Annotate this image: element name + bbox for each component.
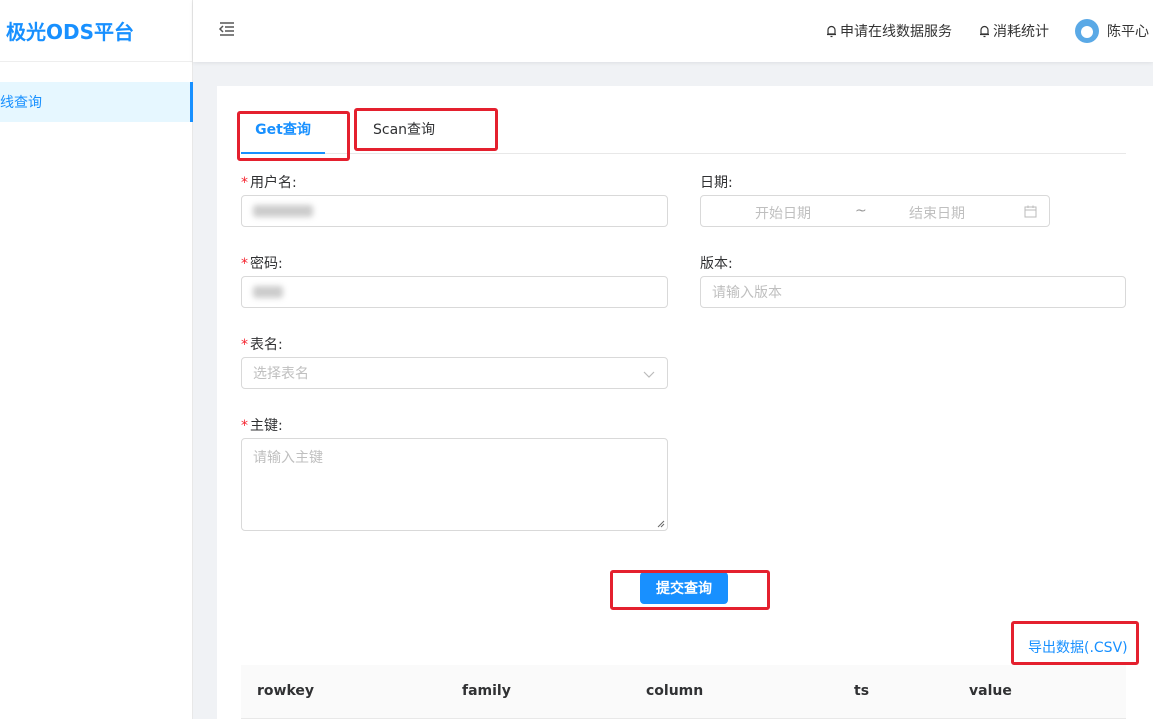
rowkey-label: * 主键:	[241, 418, 283, 434]
top-header: 申请在线数据服务 消耗统计 陈平心	[193, 0, 1153, 62]
rowkey-textarea[interactable]: 请输入主键	[241, 438, 668, 531]
sidebar-item-online-query[interactable]: 线查询	[0, 82, 193, 122]
user-name: 陈平心	[1107, 24, 1149, 40]
table-select-placeholder: 选择表名	[253, 366, 309, 382]
avatar	[1075, 19, 1099, 43]
version-label: 版本:	[700, 256, 733, 272]
apply-online-data-service-link[interactable]: 申请在线数据服务	[825, 21, 952, 41]
resize-handle-icon[interactable]	[657, 520, 665, 528]
column-header-rowkey[interactable]: rowkey	[257, 683, 314, 699]
column-header-value[interactable]: value	[969, 683, 1012, 699]
export-csv-link[interactable]: 导出数据(.CSV)	[1028, 637, 1128, 657]
date-range-picker[interactable]: 开始日期 ~ 结束日期	[700, 195, 1050, 227]
rowkey-placeholder: 请输入主键	[253, 450, 323, 466]
tab-scan-label: Scan查询	[373, 122, 436, 138]
redacted-value	[253, 286, 283, 298]
version-field[interactable]: 请输入版本	[700, 276, 1126, 308]
date-label: 日期:	[700, 175, 733, 191]
version-placeholder: 请输入版本	[712, 285, 782, 301]
submit-query-button[interactable]: 提交查询	[640, 572, 728, 604]
app-logo: 极光ODS平台	[0, 0, 192, 62]
date-separator: ~	[855, 203, 867, 219]
chevron-down-icon	[643, 371, 655, 378]
user-menu[interactable]: 陈平心	[1075, 19, 1149, 43]
end-date-placeholder: 结束日期	[909, 206, 965, 222]
tab-scan-query[interactable]: Scan查询	[373, 104, 435, 154]
sidebar: 极光ODS平台 线查询	[0, 0, 193, 719]
password-label: * 密码:	[241, 256, 283, 272]
tab-get-label: Get查询	[255, 122, 311, 138]
username-label: * 用户名:	[241, 175, 297, 191]
column-header-ts[interactable]: ts	[854, 683, 869, 699]
start-date-placeholder: 开始日期	[755, 206, 811, 222]
password-field[interactable]	[241, 276, 668, 308]
redacted-value	[253, 205, 313, 217]
sidebar-item-label: 线查询	[0, 95, 42, 111]
consumption-stats-link[interactable]: 消耗统计	[978, 21, 1049, 41]
bell-icon	[980, 25, 989, 38]
username-field[interactable]	[241, 195, 668, 227]
stats-link-label: 消耗统计	[993, 24, 1049, 40]
query-tabs: Get查询 Scan查询	[241, 104, 1126, 154]
column-header-column[interactable]: column	[646, 683, 703, 699]
tab-get-query[interactable]: Get查询	[241, 104, 325, 154]
column-header-family[interactable]: family	[462, 683, 511, 699]
results-table-header: rowkey family column ts value	[241, 665, 1126, 719]
bell-icon	[827, 25, 836, 38]
table-name-select[interactable]: 选择表名	[241, 357, 668, 389]
collapse-menu-icon[interactable]	[217, 19, 237, 39]
query-card: Get查询 Scan查询 * 用户名: * 密码: * 表名: 选择表名 * 主键: 请…	[217, 86, 1153, 719]
table-name-label: * 表名:	[241, 337, 283, 353]
calendar-icon	[1024, 205, 1037, 218]
apply-link-label: 申请在线数据服务	[840, 24, 952, 40]
